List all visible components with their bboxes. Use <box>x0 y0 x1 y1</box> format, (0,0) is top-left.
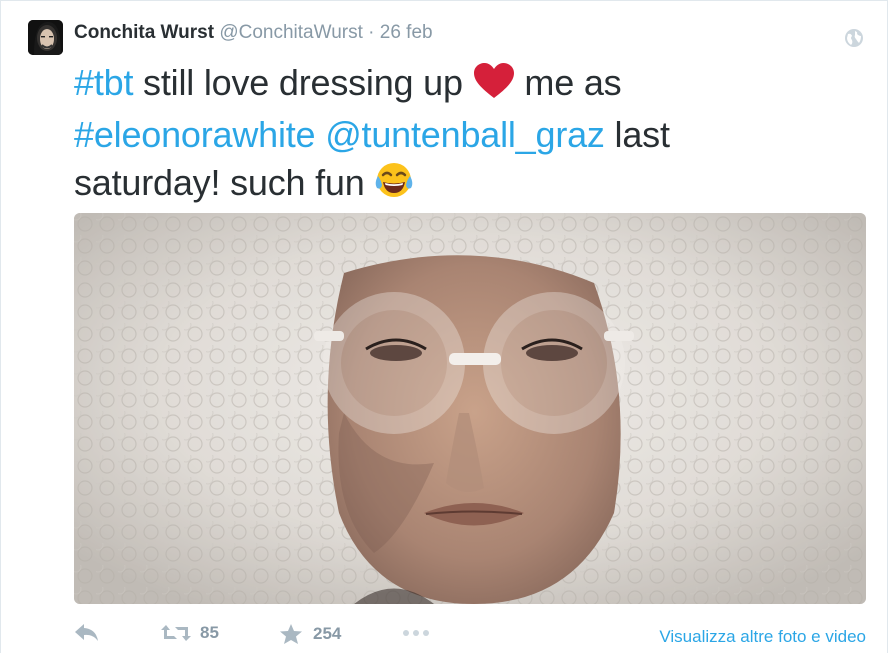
tweet-text-segment: me as <box>514 62 622 103</box>
more-button[interactable] <box>401 623 431 643</box>
hashtag-eleonorawhite[interactable]: #eleonorawhite <box>74 114 316 155</box>
favorite-button[interactable]: 254 <box>279 623 341 645</box>
tweet-text-segment: still love dressing up <box>133 62 473 103</box>
tweet-header: Conchita Wurst @ConchitaWurst · 26 feb <box>74 22 433 44</box>
view-more-media-link[interactable]: Visualizza altre foto e video <box>659 627 866 647</box>
favorite-count: 254 <box>313 624 342 643</box>
tweet-text-segment <box>315 114 325 155</box>
tweet-date[interactable]: 26 feb <box>380 22 433 43</box>
hashtag-tbt[interactable]: #tbt <box>74 62 133 103</box>
red-heart-icon <box>473 63 515 111</box>
reply-icon <box>74 623 100 643</box>
author-name[interactable]: Conchita Wurst <box>74 22 214 43</box>
more-dots-icon <box>401 623 431 643</box>
tweet-text: #tbt still love dressing up me as #eleon… <box>74 59 774 211</box>
retweet-icon <box>160 623 192 643</box>
retweet-button[interactable]: 85 <box>160 623 219 643</box>
star-icon <box>279 623 303 645</box>
tweet-photo[interactable] <box>74 213 866 604</box>
tweet-actions: 85 254 Visualizza altre foto e video <box>74 623 866 653</box>
reply-button[interactable] <box>74 623 100 643</box>
retweet-count: 85 <box>200 623 219 642</box>
author-avatar[interactable] <box>28 20 63 55</box>
separator-dot: · <box>368 22 375 43</box>
author-handle[interactable]: @ConchitaWurst <box>219 22 363 43</box>
mention-tuntenball-graz[interactable]: @tuntenball_graz <box>325 114 605 155</box>
globe-icon <box>844 28 864 48</box>
tweet-card[interactable]: Conchita Wurst @ConchitaWurst · 26 feb #… <box>0 0 888 653</box>
tears-of-joy-icon <box>374 161 414 211</box>
